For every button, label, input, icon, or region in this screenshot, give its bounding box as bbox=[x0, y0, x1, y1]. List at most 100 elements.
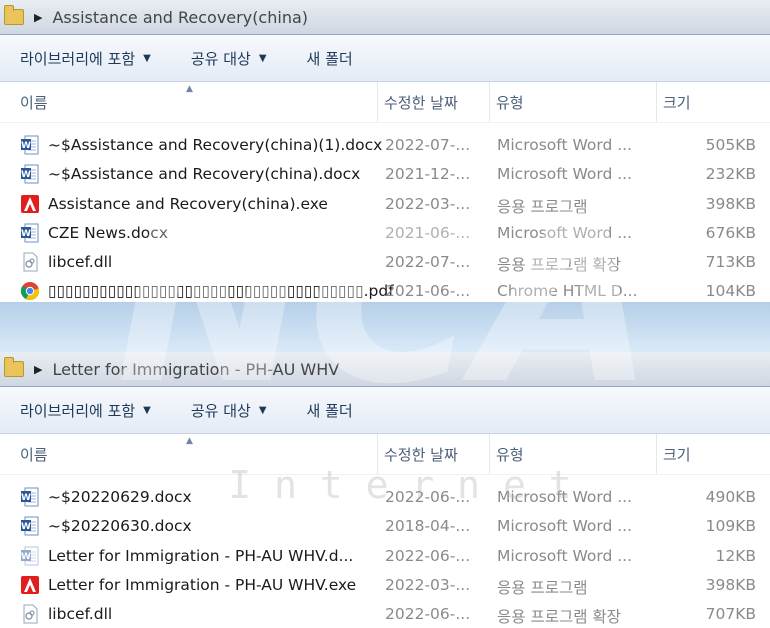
file-name: libcef.dll bbox=[48, 605, 113, 624]
file-list: W ~$20220629.docx 2022-06-... Microsoft Wor… bbox=[0, 483, 770, 628]
file-row[interactable]: W ~$20220629.docx 2022-06-... Microsoft Wor… bbox=[0, 483, 770, 512]
file-size: 232KB bbox=[705, 165, 756, 184]
window-divider bbox=[0, 302, 770, 352]
file-list: W ~$Assistance and Recovery(china)(1).doc… bbox=[0, 131, 770, 302]
column-header-row: ▲ 이름 수정한 날짜 유형 크기 bbox=[0, 82, 770, 123]
dll-file-icon bbox=[20, 604, 40, 624]
svg-text:W: W bbox=[21, 141, 31, 151]
file-size: 398KB bbox=[705, 575, 756, 594]
file-name: CZE News.docx bbox=[48, 223, 168, 242]
file-date: 2022-06-... bbox=[385, 488, 471, 506]
file-size: 713KB bbox=[705, 253, 756, 272]
dropdown-caret-icon: ▼ bbox=[143, 404, 151, 416]
share-with-button[interactable]: 공유 대상 ▼ bbox=[191, 48, 267, 69]
include-in-library-label: 라이브러리에 포함 bbox=[20, 401, 136, 420]
file-size: 505KB bbox=[705, 136, 756, 154]
file-name: ~$Assistance and Recovery(china)(1).docx bbox=[48, 136, 383, 154]
file-date: 2021-12-... bbox=[385, 165, 471, 184]
word-doc-icon: W bbox=[20, 223, 40, 243]
file-type: Chrome HTML D... bbox=[497, 282, 638, 301]
file-type: 응용 프로그램 확장 bbox=[497, 608, 621, 627]
file-size: 676KB bbox=[705, 223, 756, 242]
svg-text:W: W bbox=[21, 229, 31, 239]
file-name: ~$20220630.docx bbox=[48, 517, 192, 536]
file-type: Microsoft Word ... bbox=[497, 165, 633, 184]
file-name: Assistance and Recovery(china).exe bbox=[48, 194, 328, 213]
include-in-library-button[interactable]: 라이브러리에 포함 ▼ bbox=[20, 400, 151, 421]
column-header-name[interactable]: 이름 bbox=[20, 82, 48, 122]
file-date: 2018-04-... bbox=[385, 517, 471, 536]
svg-text:W: W bbox=[21, 552, 31, 562]
address-bar[interactable]: ▶ Letter for Immigration - PH-AU WHV bbox=[0, 352, 770, 387]
new-folder-button[interactable]: 새 폴더 bbox=[307, 400, 353, 421]
adobe-exe-icon bbox=[20, 575, 40, 595]
dropdown-caret-icon: ▼ bbox=[258, 404, 267, 416]
command-bar: 라이브러리에 포함 ▼ 공유 대상 ▼ 새 폴더 bbox=[0, 387, 770, 434]
svg-text:W: W bbox=[21, 493, 31, 503]
svg-text:W: W bbox=[21, 170, 31, 180]
file-name: ▯▯▯▯▯▯▯▯▯▯▯▯▯▯▯▯▯▯▯▯▯▯▯▯▯▯▯▯▯▯▯▯▯▯▯▯▯.pd… bbox=[48, 282, 394, 301]
file-type: Microsoft Word ... bbox=[497, 223, 633, 242]
word-doc-icon: W bbox=[20, 164, 40, 184]
file-size: 104KB bbox=[705, 282, 756, 301]
share-with-label: 공유 대상 bbox=[190, 49, 251, 68]
chrome-pdf-icon bbox=[20, 281, 40, 301]
file-date: 2022-06-... bbox=[385, 546, 471, 565]
file-name: ~$20220629.docx bbox=[48, 488, 192, 506]
new-folder-label: 새 폴더 bbox=[306, 49, 353, 68]
dll-file-icon bbox=[20, 252, 40, 272]
column-header-size[interactable]: 크기 bbox=[656, 82, 691, 122]
explorer-window-top: ▶ Assistance and Recovery(china) 라이브러리에 … bbox=[0, 0, 770, 302]
address-bar[interactable]: ▶ Assistance and Recovery(china) bbox=[0, 0, 770, 35]
column-header-type[interactable]: 유형 bbox=[489, 82, 524, 122]
file-row[interactable]: W Letter for Immigration - PH-AU WHV.d...… bbox=[0, 542, 770, 571]
file-row[interactable]: Letter for Immigration - PH-AU WHV.exe 20… bbox=[0, 571, 770, 600]
word-doc-icon: W bbox=[20, 516, 40, 536]
file-date: 2022-06-... bbox=[385, 605, 471, 624]
file-date: 2021-06-... bbox=[385, 223, 471, 242]
file-type: Microsoft Word ... bbox=[497, 488, 633, 506]
file-type: 응용 프로그램 bbox=[497, 578, 588, 597]
breadcrumb-arrow-icon[interactable]: ▶ bbox=[34, 363, 42, 376]
dropdown-caret-icon: ▼ bbox=[258, 52, 267, 64]
file-date: 2022-03-... bbox=[385, 194, 471, 213]
column-header-date[interactable]: 수정한 날짜 bbox=[377, 434, 458, 474]
file-name: ~$Assistance and Recovery(china).docx bbox=[48, 165, 361, 184]
file-size: 398KB bbox=[705, 194, 756, 213]
file-row[interactable]: W ~$20220630.docx 2018-04-... Microsoft Wor… bbox=[0, 512, 770, 541]
word-doc-icon: W bbox=[20, 487, 40, 507]
column-header-name[interactable]: 이름 bbox=[20, 434, 48, 474]
file-row[interactable]: W CZE News.docx 2021-06-... Microsoft Word … bbox=[0, 219, 770, 248]
file-row[interactable]: Assistance and Recovery(china).exe 2022-0… bbox=[0, 190, 770, 219]
file-row[interactable]: libcef.dll 2022-06-... 응용 프로그램 확장 707KB bbox=[0, 600, 770, 628]
include-in-library-label: 라이브러리에 포함 bbox=[20, 49, 136, 68]
svg-text:W: W bbox=[21, 522, 31, 532]
dropdown-caret-icon: ▼ bbox=[143, 52, 151, 64]
breadcrumb-arrow-icon[interactable]: ▶ bbox=[34, 11, 42, 24]
column-header-date[interactable]: 수정한 날짜 bbox=[377, 82, 458, 122]
new-folder-label: 새 폴더 bbox=[306, 401, 353, 420]
share-with-label: 공유 대상 bbox=[190, 401, 251, 420]
word-doc-faded-icon: W bbox=[20, 546, 40, 566]
file-row[interactable]: ▯▯▯▯▯▯▯▯▯▯▯▯▯▯▯▯▯▯▯▯▯▯▯▯▯▯▯▯▯▯▯▯▯▯▯▯▯.pd… bbox=[0, 277, 770, 302]
file-row[interactable]: W ~$Assistance and Recovery(china).docx 20… bbox=[0, 160, 770, 189]
file-type: Microsoft Word ... bbox=[497, 546, 633, 565]
explorer-window-bottom: ▶ Letter for Immigration - PH-AU WHV 라이브… bbox=[0, 352, 770, 628]
word-doc-icon: W bbox=[20, 135, 40, 155]
file-size: 490KB bbox=[705, 488, 756, 506]
include-in-library-button[interactable]: 라이브러리에 포함 ▼ bbox=[20, 48, 151, 69]
file-row[interactable]: W ~$Assistance and Recovery(china)(1).doc… bbox=[0, 131, 770, 160]
file-row[interactable]: libcef.dll 2022-07-... 응용 프로그램 확장 713KB bbox=[0, 248, 770, 277]
file-date: 2021-06-... bbox=[385, 282, 471, 301]
file-type: Microsoft Word ... bbox=[497, 136, 633, 154]
sort-ascending-icon: ▲ bbox=[186, 84, 193, 94]
file-date: 2022-07-... bbox=[385, 253, 471, 272]
share-with-button[interactable]: 공유 대상 ▼ bbox=[191, 400, 267, 421]
file-size: 707KB bbox=[705, 605, 756, 624]
new-folder-button[interactable]: 새 폴더 bbox=[307, 48, 353, 69]
file-name: Letter for Immigration - PH-AU WHV.exe bbox=[48, 575, 357, 594]
address-path[interactable]: Assistance and Recovery(china) bbox=[52, 8, 308, 27]
column-header-type[interactable]: 유형 bbox=[489, 434, 524, 474]
column-header-size[interactable]: 크기 bbox=[656, 434, 691, 474]
address-path[interactable]: Letter for Immigration - PH-AU WHV bbox=[52, 360, 339, 379]
